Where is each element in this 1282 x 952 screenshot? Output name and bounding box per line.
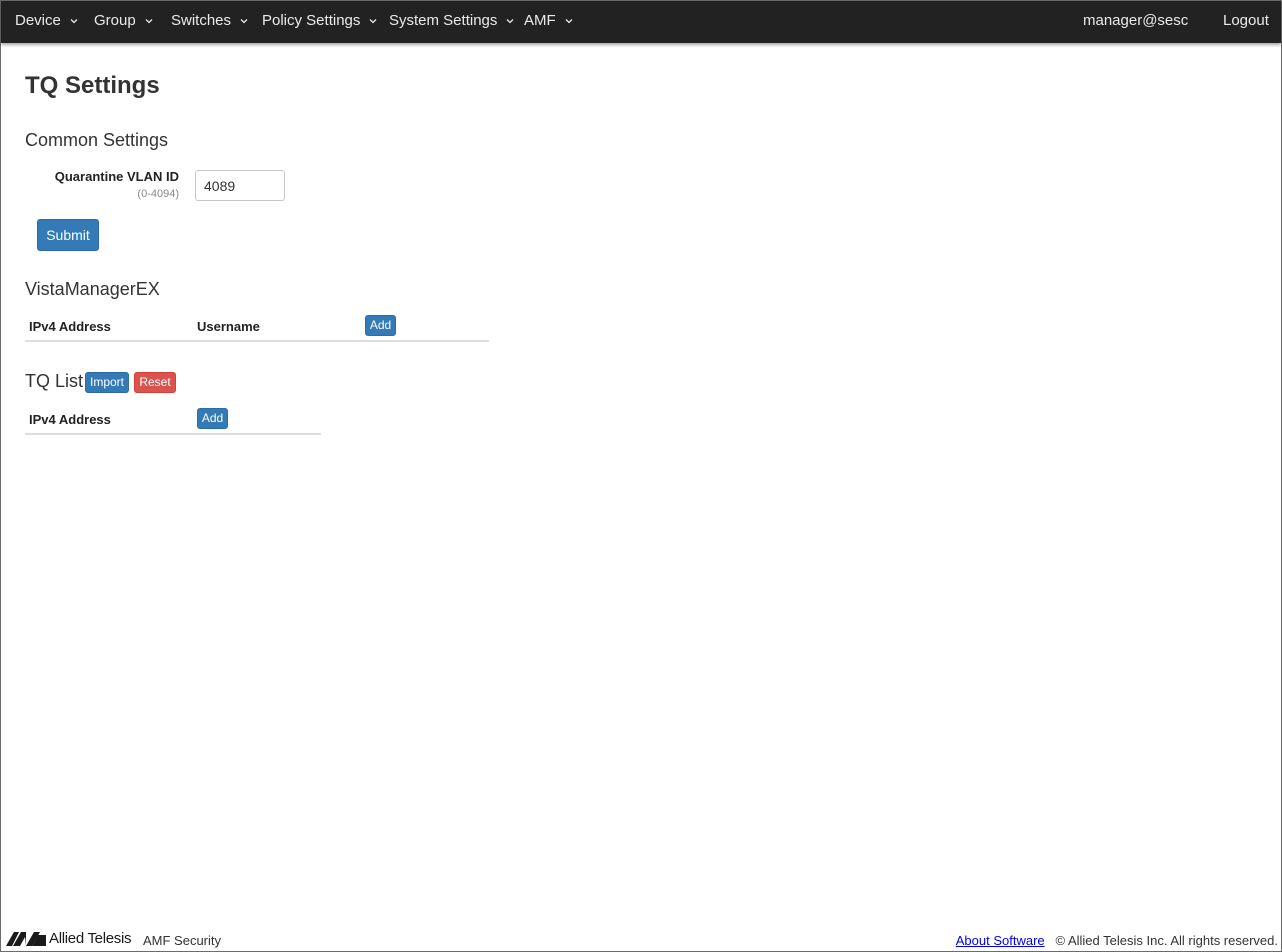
nav-menu-label: Switches — [171, 12, 232, 29]
nav-menu-switches[interactable]: Switches — [171, 1, 249, 43]
logout-link[interactable]: Logout — [1223, 1, 1269, 43]
nav-menu-policy-settings[interactable]: Policy Settings — [262, 1, 378, 43]
quarantine-vlan-label: Quarantine VLAN ID — [54, 169, 179, 184]
tq-list-title: TQ List — [25, 371, 84, 391]
nav-user[interactable]: manager@sesc — [1083, 1, 1188, 43]
tq-list-reset-button[interactable]: Reset — [134, 372, 176, 393]
nav-menu-amf[interactable]: AMF — [524, 1, 574, 43]
footer-right: About Software © Allied Telesis Inc. All… — [956, 932, 1278, 950]
nav-menu-label: Device — [15, 12, 61, 29]
chevron-down-icon — [144, 16, 154, 26]
nav-menu-label: AMF — [524, 12, 556, 29]
app-window — [0, 0, 1282, 952]
chevron-down-icon — [239, 16, 249, 26]
vistamanager-add-button[interactable]: Add — [365, 315, 396, 336]
copyright-notice: © Allied Telesis Inc. All rights reserve… — [1055, 933, 1279, 948]
chevron-down-icon — [505, 16, 515, 26]
about-software-link[interactable]: About Software — [956, 933, 1045, 948]
nav-menu-label: System Settings — [389, 12, 498, 29]
chevron-down-icon — [69, 16, 79, 26]
tq-list-add-button[interactable]: Add — [197, 408, 228, 429]
allied-telesis-logo-icon — [6, 932, 46, 946]
tq-list-import-button[interactable]: Import — [85, 372, 129, 393]
quarantine-vlan-hint: (0-4094) — [137, 188, 179, 200]
vistamanager-table-divider — [25, 340, 489, 342]
tq-list-table-divider — [25, 433, 321, 435]
nav-menu-label: Policy Settings — [262, 12, 361, 29]
page-title: TQ Settings — [25, 72, 160, 99]
chevron-down-icon — [564, 16, 574, 26]
vistamanager-col-username: Username — [197, 319, 260, 334]
nav-menu-group[interactable]: Group — [94, 1, 154, 43]
tq-list-col-ipv4: IPv4 Address — [29, 412, 111, 427]
product-name: AMF Security — [143, 933, 222, 948]
vistamanager-title: VistaManagerEX — [25, 279, 160, 299]
vistamanager-col-ipv4: IPv4 Address — [29, 319, 111, 334]
copyright-text — [1048, 933, 1055, 948]
chevron-down-icon — [368, 16, 378, 26]
submit-button[interactable]: Submit — [37, 219, 99, 251]
brand-name: Allied Telesis — [49, 930, 132, 947]
top-navbar: Device Group Switches Policy Settings Sy… — [1, 1, 1281, 43]
quarantine-vlan-input[interactable] — [195, 170, 285, 201]
nav-menu-device[interactable]: Device — [15, 1, 79, 43]
nav-menu-system-settings[interactable]: System Settings — [389, 1, 515, 43]
common-settings-title: Common Settings — [25, 130, 169, 150]
nav-menu-label: Group — [94, 12, 136, 29]
